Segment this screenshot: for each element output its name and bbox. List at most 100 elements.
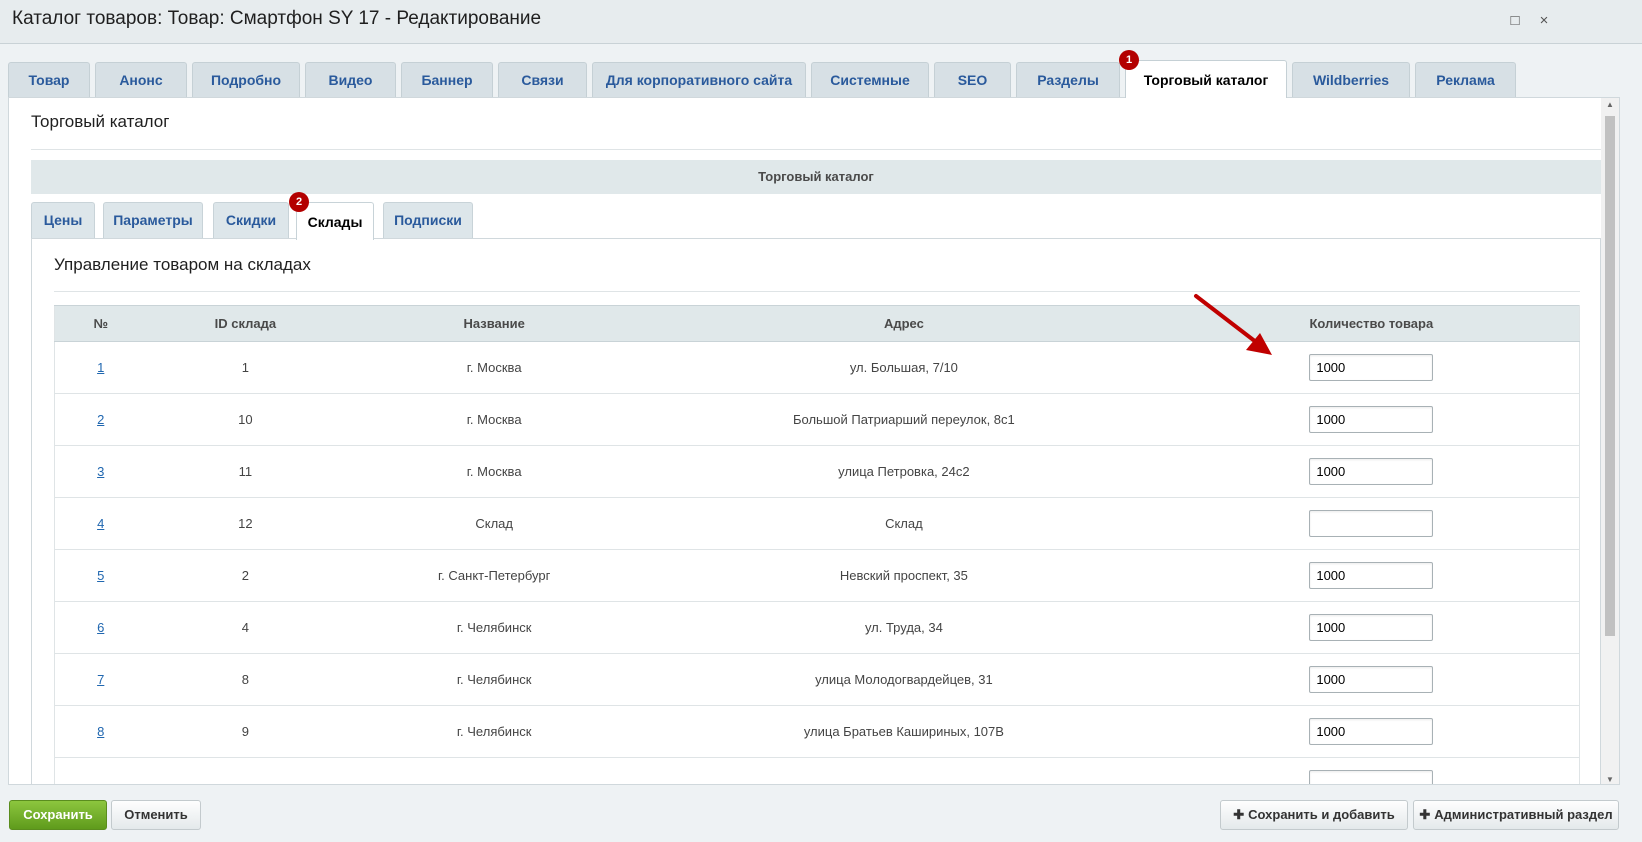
warehouse-name: г. Москва bbox=[344, 393, 645, 446]
warehouse-id: 9 bbox=[146, 705, 345, 758]
plus-icon: ✚ bbox=[1233, 807, 1245, 822]
warehouse-name: г. Москва bbox=[344, 341, 645, 394]
table-row: 4 12 Склад Склад bbox=[54, 497, 1580, 550]
quantity-input[interactable] bbox=[1309, 614, 1434, 641]
tab-links[interactable]: Связи bbox=[498, 62, 587, 98]
admin-section-label: Административный раздел bbox=[1434, 807, 1613, 822]
plus-icon: ✚ bbox=[1419, 807, 1431, 822]
warehouse-id: 10 bbox=[146, 393, 345, 446]
quantity-input[interactable] bbox=[1309, 458, 1434, 485]
close-icon[interactable]: × bbox=[1535, 12, 1553, 30]
window-titlebar: Каталог товаров: Товар: Смартфон SY 17 -… bbox=[0, 0, 1642, 44]
scroll-down-icon[interactable]: ▼ bbox=[1605, 775, 1615, 784]
table-row: 2 10 г. Москва Большой Патриарший переул… bbox=[54, 393, 1580, 446]
column-header-address: Адрес bbox=[644, 305, 1164, 342]
step-badge-1: 1 bbox=[1119, 50, 1139, 70]
subtab-discounts[interactable]: Скидки bbox=[213, 202, 289, 238]
column-header-number: № bbox=[54, 305, 147, 342]
quantity-input[interactable] bbox=[1309, 406, 1434, 433]
tab-details[interactable]: Подробно bbox=[192, 62, 300, 98]
warehouse-address: улица Братьев Кашириных, 107В bbox=[644, 705, 1164, 758]
divider bbox=[54, 291, 1580, 292]
subtab-subscriptions[interactable]: Подписки bbox=[383, 202, 473, 238]
row-number-link[interactable]: 2 bbox=[97, 412, 104, 427]
divider bbox=[31, 149, 1601, 150]
warehouse-name: г. Челябинск bbox=[344, 705, 645, 758]
save-and-add-button[interactable]: ✚ Сохранить и добавить bbox=[1220, 800, 1408, 830]
quantity-input[interactable] bbox=[1309, 666, 1434, 693]
section-title: Торговый каталог bbox=[31, 112, 170, 131]
section-subheader: Торговый каталог bbox=[31, 160, 1601, 194]
warehouse-address: ул. Большая, 7/10 bbox=[644, 341, 1164, 394]
row-number-link[interactable]: 7 bbox=[97, 672, 104, 687]
warehouse-name: Склад bbox=[344, 497, 645, 550]
warehouses-title: Управление товаром на складах bbox=[54, 255, 311, 274]
column-header-warehouse-id: ID склада bbox=[146, 305, 345, 342]
scroll-up-icon[interactable]: ▲ bbox=[1605, 100, 1615, 109]
cancel-button[interactable]: Отменить bbox=[111, 800, 201, 830]
tab-wildberries[interactable]: Wildberries bbox=[1292, 62, 1410, 98]
warehouse-address: ул. Труда, 34 bbox=[644, 601, 1164, 654]
subtab-warehouses[interactable]: Склады bbox=[296, 202, 374, 240]
tab-banner[interactable]: Баннер bbox=[401, 62, 493, 98]
vertical-scrollbar[interactable]: ▲ ▼ bbox=[1601, 98, 1619, 784]
row-number-link[interactable]: 3 bbox=[97, 464, 104, 479]
warehouse-name: г. Санкт-Петербург bbox=[344, 549, 645, 602]
warehouse-name: г. Челябинск bbox=[344, 601, 645, 654]
table-row: 5 2 г. Санкт-Петербург Невский проспект,… bbox=[54, 549, 1580, 602]
table-row: 8 9 г. Челябинск улица Братьев Кашириных… bbox=[54, 705, 1580, 758]
tab-content-panel: Торговый каталог Торговый каталог Цены П… bbox=[8, 97, 1620, 785]
warehouses-panel: Управление товаром на складах № ID склад… bbox=[31, 238, 1601, 784]
warehouse-id: 11 bbox=[146, 445, 345, 498]
tab-system[interactable]: Системные bbox=[811, 62, 929, 98]
tab-announce[interactable]: Анонс bbox=[95, 62, 187, 98]
tab-sections[interactable]: Разделы bbox=[1016, 62, 1120, 98]
quantity-input[interactable] bbox=[1309, 354, 1434, 381]
warehouse-address: улица Молодогвардейцев, 31 bbox=[644, 653, 1164, 706]
row-number-link[interactable]: 8 bbox=[97, 724, 104, 739]
tab-trade-catalog[interactable]: Торговый каталог bbox=[1125, 60, 1287, 98]
warehouse-address: Большой Патриарший переулок, 8с1 bbox=[644, 393, 1164, 446]
tab-advertising[interactable]: Реклама bbox=[1415, 62, 1516, 98]
quantity-input[interactable] bbox=[1309, 770, 1434, 784]
scrollbar-thumb[interactable] bbox=[1605, 116, 1615, 636]
warehouse-name: г. Москва bbox=[344, 445, 645, 498]
save-button[interactable]: Сохранить bbox=[9, 800, 107, 830]
warehouse-id: 8 bbox=[146, 653, 345, 706]
warehouse-address: Склад bbox=[644, 497, 1164, 550]
admin-section-button[interactable]: ✚ Административный раздел bbox=[1413, 800, 1619, 830]
warehouse-address: Невский проспект, 35 bbox=[644, 549, 1164, 602]
tab-corporate-site[interactable]: Для корпоративного сайта bbox=[592, 62, 806, 98]
row-number-link[interactable]: 6 bbox=[97, 620, 104, 635]
warehouse-name: г. Челябинск bbox=[344, 653, 645, 706]
warehouse-id: 1 bbox=[146, 341, 345, 394]
row-number-link[interactable]: 1 bbox=[97, 360, 104, 375]
subtab-prices[interactable]: Цены bbox=[31, 202, 95, 238]
tab-video[interactable]: Видео bbox=[305, 62, 396, 98]
subtab-parameters[interactable]: Параметры bbox=[103, 202, 203, 238]
warehouse-address: улица Петровка, 24с2 bbox=[644, 445, 1164, 498]
warehouse-id: 2 bbox=[146, 549, 345, 602]
row-number-link[interactable]: 5 bbox=[97, 568, 104, 583]
step-badge-2: 2 bbox=[289, 192, 309, 212]
footer-toolbar: Сохранить Отменить ✚ Сохранить и добавить… bbox=[0, 785, 1642, 842]
maximize-icon[interactable]: □ bbox=[1506, 12, 1524, 30]
quantity-input[interactable] bbox=[1309, 510, 1434, 537]
warehouse-id: 12 bbox=[146, 497, 345, 550]
table-row: 1 1 г. Москва ул. Большая, 7/10 bbox=[54, 341, 1580, 394]
table-row: 6 4 г. Челябинск ул. Труда, 34 bbox=[54, 601, 1580, 654]
warehouses-table: № ID склада Название Адрес Количество то… bbox=[54, 305, 1580, 784]
table-header-row: № ID склада Название Адрес Количество то… bbox=[54, 305, 1580, 342]
column-header-quantity: Количество товара bbox=[1163, 305, 1580, 342]
quantity-input[interactable] bbox=[1309, 562, 1434, 589]
warehouse-id: 4 bbox=[146, 601, 345, 654]
tab-seo[interactable]: SEO bbox=[934, 62, 1011, 98]
window-title: Каталог товаров: Товар: Смартфон SY 17 -… bbox=[12, 8, 542, 29]
quantity-input[interactable] bbox=[1309, 718, 1434, 745]
tab-product[interactable]: Товар bbox=[8, 62, 90, 98]
table-row: 7 8 г. Челябинск улица Молодогвардейцев,… bbox=[54, 653, 1580, 706]
table-row bbox=[54, 757, 1580, 784]
row-number-link[interactable]: 4 bbox=[97, 516, 104, 531]
save-and-add-label: Сохранить и добавить bbox=[1248, 807, 1395, 822]
table-row: 3 11 г. Москва улица Петровка, 24с2 bbox=[54, 445, 1580, 498]
